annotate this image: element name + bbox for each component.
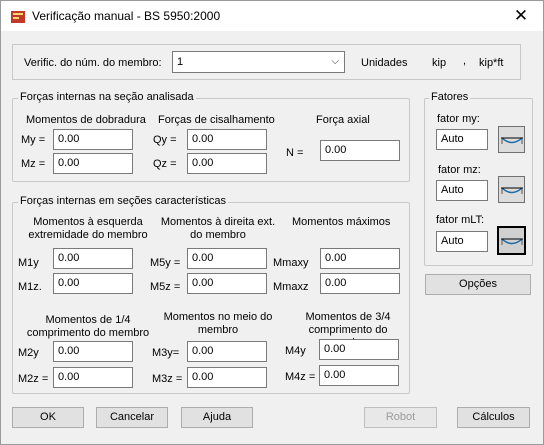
m4z-label: M4z = (285, 371, 316, 383)
factor-my-diagram-button[interactable] (498, 126, 525, 153)
m5y-label: M5y = (150, 257, 181, 269)
m3z-field[interactable]: 0.00 (187, 367, 267, 388)
m2y-label: M2y (18, 347, 39, 359)
chevron-down-icon: ⌵ (331, 56, 339, 67)
member-number-value: 1 (177, 56, 184, 68)
ok-button[interactable]: OK (12, 407, 84, 428)
unit-force: kip (432, 57, 447, 69)
factor-mz-diagram-button[interactable] (498, 176, 525, 203)
m2z-label: M2z = (18, 373, 49, 385)
mz-field[interactable]: 0.00 (53, 153, 133, 174)
mmaxz-field[interactable]: 0.00 (320, 273, 400, 294)
m1y-field[interactable]: 0.00 (53, 248, 133, 269)
m2z-field[interactable]: 0.00 (53, 367, 133, 388)
mmaxy-label: Mmaxy (273, 257, 309, 269)
m2y-field[interactable]: 0.00 (53, 341, 133, 362)
options-button[interactable]: Opções (425, 274, 531, 295)
right-moments-title: Momentos à direita ext. do membro (160, 216, 276, 241)
robot-button[interactable]: Robot (364, 407, 437, 428)
m4y-field[interactable]: 0.00 (319, 339, 399, 360)
member-number-select[interactable]: 1 ⌵ (172, 51, 345, 73)
close-icon[interactable]: ✕ (511, 6, 531, 26)
member-number-label: Verific. do núm. do membro: (24, 57, 162, 69)
m3y-field[interactable]: 0.00 (187, 341, 267, 362)
title-bar: Verificação manual - BS 5950:2000 ✕ (0, 0, 544, 31)
internal-forces-title: Forças internas na seção analisada (18, 91, 196, 103)
factors-title: Fatores (429, 91, 471, 103)
m1y-label: M1y (18, 257, 39, 269)
m5y-field[interactable]: 0.00 (187, 248, 267, 269)
cancel-button[interactable]: Cancelar (96, 407, 168, 428)
m1z-field[interactable]: 0.00 (53, 273, 133, 294)
m5z-label: M5z = (150, 281, 181, 293)
m4y-label: M4y (285, 345, 306, 357)
bending-moments-title: Momentos de dobradura (26, 114, 146, 126)
help-button[interactable]: Ajuda (181, 407, 253, 428)
m4z-field[interactable]: 0.00 (319, 365, 399, 386)
factor-mz-label: fator mz: (438, 164, 481, 176)
factor-mlt-diagram-button[interactable] (497, 226, 526, 255)
m5z-field[interactable]: 0.00 (187, 273, 267, 294)
axial-force-title: Força axial (316, 114, 370, 126)
mid-moments-title: Momentos no meio do membro (163, 311, 273, 336)
m3y-label: M3y= (152, 347, 180, 359)
beam-diagram-icon (501, 137, 523, 144)
unit-separator: , (463, 55, 467, 67)
mz-label: Mz = (21, 158, 46, 170)
left-moments-title: Momentos à esquerda extremidade do membr… (28, 216, 148, 241)
quarter-moments-title: Momentos de 1/4 comprimento do membro (26, 314, 150, 339)
m1z-label: M1z. (18, 281, 42, 293)
qz-label: Qz = (153, 158, 177, 170)
my-label: My = (21, 134, 46, 146)
factor-mlt-label: fator mLT: (436, 214, 485, 226)
factor-mz-field[interactable]: Auto (436, 180, 488, 201)
max-moments-title: Momentos máximos (292, 216, 391, 228)
beam-diagram-icon (501, 187, 523, 194)
qz-field[interactable]: 0.00 (187, 153, 267, 174)
factor-my-field[interactable]: Auto (436, 129, 488, 150)
factor-mlt-field[interactable]: Auto (436, 231, 488, 252)
characteristic-forces-title: Forças internas em seções característica… (18, 195, 229, 207)
my-field[interactable]: 0.00 (53, 129, 133, 150)
factor-my-label: fator my: (437, 113, 480, 125)
unit-moment: kip*ft (479, 57, 504, 69)
n-label: N = (286, 147, 304, 159)
qy-label: Qy = (153, 134, 177, 146)
m3z-label: M3z = (152, 373, 183, 385)
app-icon (11, 11, 25, 23)
n-field[interactable]: 0.00 (320, 140, 400, 161)
mmaxy-field[interactable]: 0.00 (320, 248, 400, 269)
units-label: Unidades (361, 57, 408, 69)
calculations-button[interactable]: Cálculos (457, 407, 530, 428)
window-title: Verificação manual - BS 5950:2000 (32, 9, 221, 23)
shear-forces-title: Forças de cisalhamento (158, 114, 275, 126)
qy-field[interactable]: 0.00 (187, 129, 267, 150)
mmaxz-label: Mmaxz (273, 281, 309, 293)
beam-diagram-icon (501, 238, 523, 245)
